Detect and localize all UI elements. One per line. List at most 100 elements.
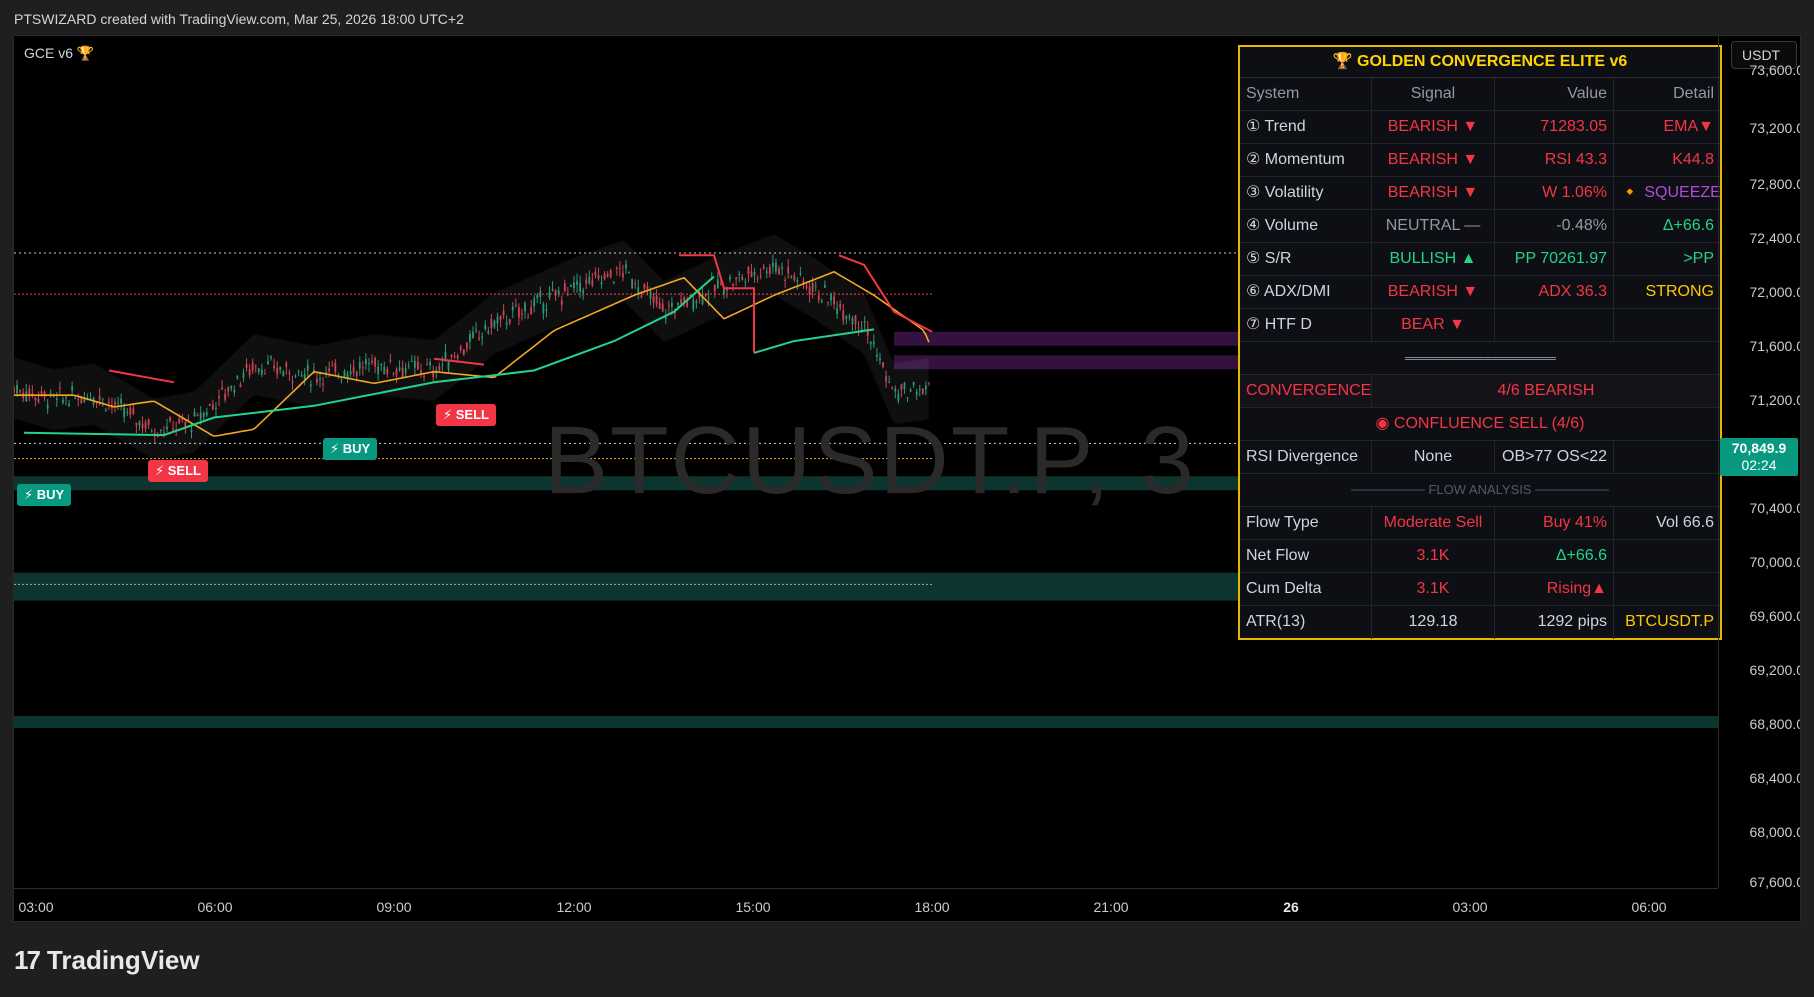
net-flow-row: Net Flow 3.1K Δ+66.6	[1240, 540, 1720, 573]
row-value: -0.48%	[1495, 210, 1614, 242]
row-signal: 3.1K	[1372, 573, 1495, 605]
row-detail: EMA▼	[1663, 118, 1714, 135]
tradingview-logo[interactable]: 17 TradingView	[14, 945, 200, 976]
row-system: ③ Volatility	[1240, 177, 1372, 209]
time-axis[interactable]: 03:00 06:00 09:00 12:00 15:00 18:00 21:0…	[14, 888, 1718, 921]
price-tick: 68,000.0	[1749, 824, 1801, 840]
cum-delta-row: Cum Delta 3.1K Rising▲	[1240, 573, 1720, 606]
price-tick: 73,600.0	[1749, 62, 1801, 78]
row-system: RSI Divergence	[1240, 441, 1372, 473]
row-value: PP 70261.97	[1495, 243, 1614, 275]
atr-row: ATR(13) 129.18 1292 pips BTCUSDT.P	[1240, 606, 1720, 639]
price-tick: 72,800.0	[1749, 176, 1801, 192]
support-zone	[14, 715, 1718, 728]
table-row-sr: ⑤ S/R BULLISH ▲ PP 70261.97 >PP	[1240, 243, 1720, 276]
row-signal: BEAR ▼	[1372, 309, 1495, 341]
time-tick: 06:00	[197, 899, 233, 915]
row-system: ⑤ S/R	[1240, 243, 1372, 275]
row-signal: Moderate Sell	[1372, 507, 1495, 539]
row-signal: BEARISH ▼	[1372, 177, 1495, 209]
row-detail: Δ+66.6	[1662, 217, 1714, 234]
time-tick: 12:00	[556, 899, 592, 915]
row-signal: NEUTRAL —	[1372, 210, 1495, 242]
time-tick: 15:00	[735, 899, 771, 915]
row-value: ADX 36.3	[1495, 276, 1614, 308]
table-row-trend: ① Trend BEARISH ▼ 71283.05 EMA▼	[1240, 111, 1720, 144]
row-signal: BEARISH ▼	[1372, 144, 1495, 176]
time-tick: 09:00	[376, 899, 412, 915]
panel-title: 🏆 GOLDEN CONVERGENCE ELITE v6	[1240, 47, 1720, 78]
row-signal: 3.1K	[1372, 540, 1495, 572]
last-price-label: 70,849.9 02:24	[1720, 438, 1798, 476]
price-tick: 70,400.0	[1749, 500, 1801, 516]
row-system: ⑥ ADX/DMI	[1240, 276, 1372, 308]
bar-countdown: 02:24	[1741, 457, 1777, 473]
row-value	[1495, 309, 1614, 341]
row-signal: BULLISH ▲	[1372, 243, 1495, 275]
convergence-value: 4/6 BEARISH	[1497, 382, 1595, 399]
row-system: Net Flow	[1240, 540, 1372, 572]
price-tick: 72,400.0	[1749, 230, 1801, 246]
row-system: ② Momentum	[1240, 144, 1372, 176]
table-row-momentum: ② Momentum BEARISH ▼ RSI 43.3 K44.8	[1240, 144, 1720, 177]
tradingview-logo-icon: 17	[14, 945, 41, 975]
time-tick: 21:00	[1093, 899, 1129, 915]
symbol-watermark: BTCUSDT.P, 3	[544, 407, 1196, 514]
header-value: Value	[1495, 78, 1614, 110]
screenshot-frame: PTSWIZARD created with TradingView.com, …	[0, 0, 1814, 997]
price-tick: 69,200.0	[1749, 662, 1801, 678]
price-tick: 67,600.0	[1749, 874, 1801, 890]
tradingview-wordmark: TradingView	[46, 945, 200, 975]
row-value: Buy 41%	[1495, 507, 1614, 539]
table-row-volatility: ③ Volatility BEARISH ▼ W 1.06% 🔸 SQUEEZE	[1240, 177, 1720, 210]
buy-signal-badge: ⚡ BUY	[17, 484, 72, 506]
flow-analysis-header: ──────── FLOW ANALYSIS ────────	[1240, 474, 1720, 507]
row-value: OB>77 OS<22	[1495, 441, 1614, 473]
price-tick: 72,000.0	[1749, 284, 1801, 300]
row-system: ⑦ HTF D	[1240, 309, 1372, 341]
convergence-label: CONVERGENCE	[1240, 375, 1372, 407]
row-detail	[1614, 573, 1720, 605]
time-tick: 03:00	[1452, 899, 1488, 915]
table-row-adx: ⑥ ADX/DMI BEARISH ▼ ADX 36.3 STRONG	[1240, 276, 1720, 309]
row-detail	[1614, 309, 1720, 341]
rsi-divergence-row: RSI Divergence None OB>77 OS<22	[1240, 441, 1720, 474]
price-tick: 73,200.0	[1749, 120, 1801, 136]
row-detail: BTCUSDT.P	[1625, 613, 1714, 630]
sell-signal-badge: ⚡ SELL	[436, 404, 496, 426]
row-value: 71283.05	[1495, 111, 1614, 143]
table-header-row: System Signal Value Detail	[1240, 78, 1720, 111]
chart-area[interactable]: GCE v6 🏆 BTCUSDT.P, 3 ⚡ BUY ⚡ SELL ⚡ BUY…	[13, 35, 1801, 922]
attribution-text: PTSWIZARD created with TradingView.com, …	[14, 11, 464, 27]
indicator-legend-label[interactable]: GCE v6 🏆	[24, 45, 94, 62]
time-tick: 03:00	[18, 899, 54, 915]
convergence-row: CONVERGENCE 4/6 BEARISH	[1240, 375, 1720, 408]
row-value: Δ+66.6	[1495, 540, 1614, 572]
row-signal: None	[1372, 441, 1495, 473]
header-detail: Detail	[1673, 85, 1714, 102]
sell-signal-badge: ⚡ SELL	[148, 460, 208, 482]
price-tick: 69,600.0	[1749, 608, 1801, 624]
golden-convergence-table: 🏆 GOLDEN CONVERGENCE ELITE v6 System Sig…	[1238, 45, 1722, 640]
row-detail: K44.8	[1672, 151, 1714, 168]
row-system: Cum Delta	[1240, 573, 1372, 605]
row-system: ④ Volume	[1240, 210, 1372, 242]
time-tick-day: 26	[1283, 899, 1299, 915]
header-system: System	[1240, 78, 1372, 110]
row-signal: BEARISH ▼	[1372, 111, 1495, 143]
table-row-volume: ④ Volume NEUTRAL — -0.48% Δ+66.6	[1240, 210, 1720, 243]
price-tick: 71,200.0	[1749, 392, 1801, 408]
time-tick: 06:00	[1631, 899, 1667, 915]
header-signal: Signal	[1372, 78, 1495, 110]
price-tick: 68,800.0	[1749, 716, 1801, 732]
buy-signal-badge: ⚡ BUY	[323, 438, 378, 460]
price-tick: 70,000.0	[1749, 554, 1801, 570]
row-detail: >PP	[1683, 250, 1714, 267]
table-separator: ════════════════════	[1240, 342, 1720, 375]
price-tick: 71,600.0	[1749, 338, 1801, 354]
row-system: ATR(13)	[1240, 606, 1372, 639]
row-detail: STRONG	[1645, 283, 1714, 300]
row-value: RSI 43.3	[1495, 144, 1614, 176]
row-detail: Vol 66.6	[1656, 514, 1714, 531]
row-detail: 🔸 SQUEEZE	[1620, 184, 1720, 201]
